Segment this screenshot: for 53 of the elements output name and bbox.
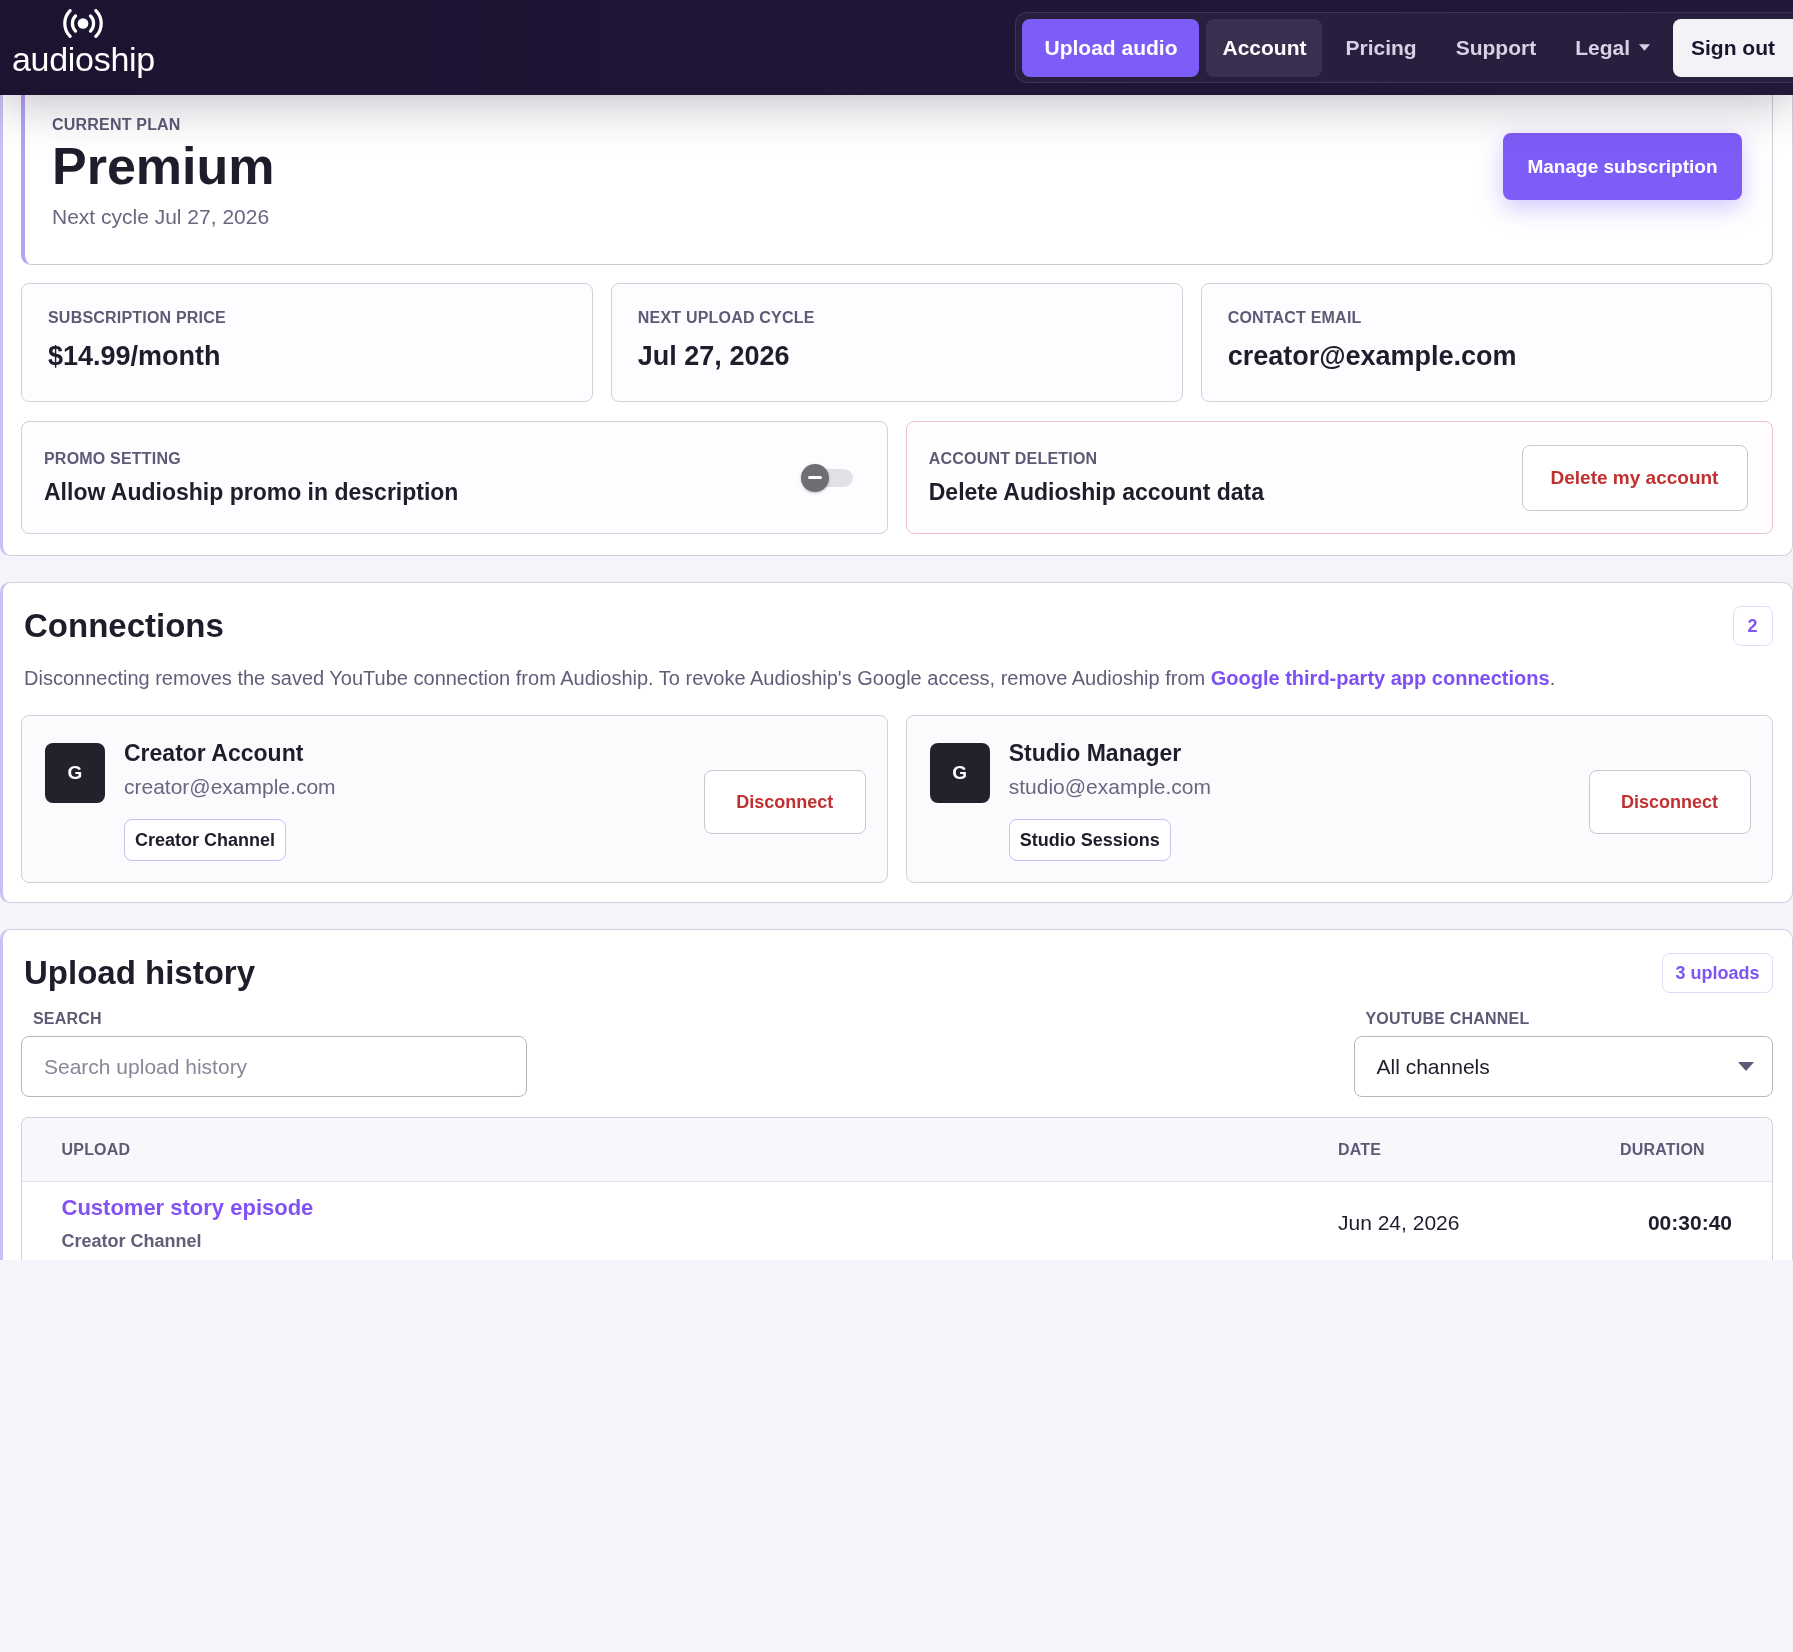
stat-value: Jul 27, 2026 bbox=[637, 340, 791, 372]
column-header: DATE bbox=[1338, 1140, 1383, 1159]
stat-value: creator@example.com bbox=[1227, 340, 1518, 372]
section-title: Upload history bbox=[24, 953, 256, 993]
setting-text: Allow Audioship promo in description bbox=[44, 478, 459, 506]
upload-channel: Creator Channel bbox=[61, 1230, 202, 1252]
account-name: Creator Account bbox=[124, 739, 304, 767]
stat-label: SUBSCRIPTION PRICE bbox=[48, 308, 227, 327]
channel-tag: Creator Channel bbox=[124, 819, 287, 861]
caret-icon bbox=[1737, 1062, 1754, 1071]
plan-name: Premium bbox=[52, 136, 275, 196]
duration-cell: 00:30:40 bbox=[1647, 1211, 1732, 1235]
nav-link[interactable]: Support bbox=[1439, 18, 1553, 77]
section-title: Connections bbox=[24, 606, 224, 646]
setting-label: PROMO SETTING bbox=[44, 449, 182, 468]
setting-text: Delete Audioship account data bbox=[928, 478, 1264, 506]
stat-label: CONTACT EMAIL bbox=[1227, 308, 1363, 327]
column-header: UPLOAD bbox=[61, 1140, 132, 1159]
channel-select[interactable]: All channels bbox=[1353, 1036, 1773, 1097]
nav-secondary-button[interactable]: Sign out bbox=[1673, 18, 1793, 77]
toggle-switch[interactable] bbox=[800, 462, 853, 493]
plan-label: CURRENT PLAN bbox=[52, 115, 182, 134]
nav-link[interactable]: Pricing bbox=[1329, 18, 1433, 77]
column-header: DURATION bbox=[1620, 1140, 1706, 1159]
disconnect-button[interactable]: Disconnect bbox=[703, 770, 866, 834]
nav-menu-button[interactable]: Legal bbox=[1559, 18, 1666, 77]
delete-account-button[interactable]: Delete my account bbox=[1521, 444, 1748, 511]
broadcast-icon bbox=[63, 9, 104, 38]
logo-text: audioship bbox=[12, 40, 155, 78]
next-cycle-text: Next cycle Jul 27, 2026 bbox=[52, 204, 271, 230]
account-name: Studio Manager bbox=[1008, 739, 1182, 767]
nav-link[interactable]: Account bbox=[1206, 18, 1323, 77]
account-email: creator@example.com bbox=[124, 774, 336, 800]
disconnect-button[interactable]: Disconnect bbox=[1588, 770, 1751, 834]
nav-primary-button[interactable]: Upload audio bbox=[1022, 18, 1200, 77]
count-badge: 2 bbox=[1732, 606, 1773, 646]
search-field[interactable]: Search upload history bbox=[21, 1036, 527, 1097]
upload-title-link[interactable]: Customer story episode bbox=[61, 1194, 314, 1221]
field-label: SEARCH bbox=[32, 1009, 103, 1028]
count-badge: 3 uploads bbox=[1662, 953, 1773, 993]
field-label: YOUTUBE CHANNEL bbox=[1364, 1009, 1531, 1028]
channel-tag: Studio Sessions bbox=[1008, 819, 1171, 861]
stat-label: NEXT UPLOAD CYCLE bbox=[637, 308, 816, 327]
account-email: studio@example.com bbox=[1008, 774, 1211, 800]
manage-subscription-button[interactable]: Manage subscription bbox=[1503, 133, 1742, 200]
caret-icon bbox=[1639, 44, 1650, 51]
stat-value: $14.99/month bbox=[48, 340, 222, 372]
date-cell: Jun 24, 2026 bbox=[1338, 1211, 1460, 1235]
connections-description: Disconnecting removes the saved YouTube connection from Audioship. To revoke Audioship's Google access, remove Audioship from Google third-party app connections. bbox=[24, 666, 1557, 691]
account-avatar: G bbox=[45, 743, 105, 803]
setting-label: ACCOUNT DELETION bbox=[928, 449, 1099, 468]
google-connections-link[interactable]: Google third-party app connections bbox=[1210, 667, 1550, 689]
account-avatar: G bbox=[929, 743, 990, 803]
